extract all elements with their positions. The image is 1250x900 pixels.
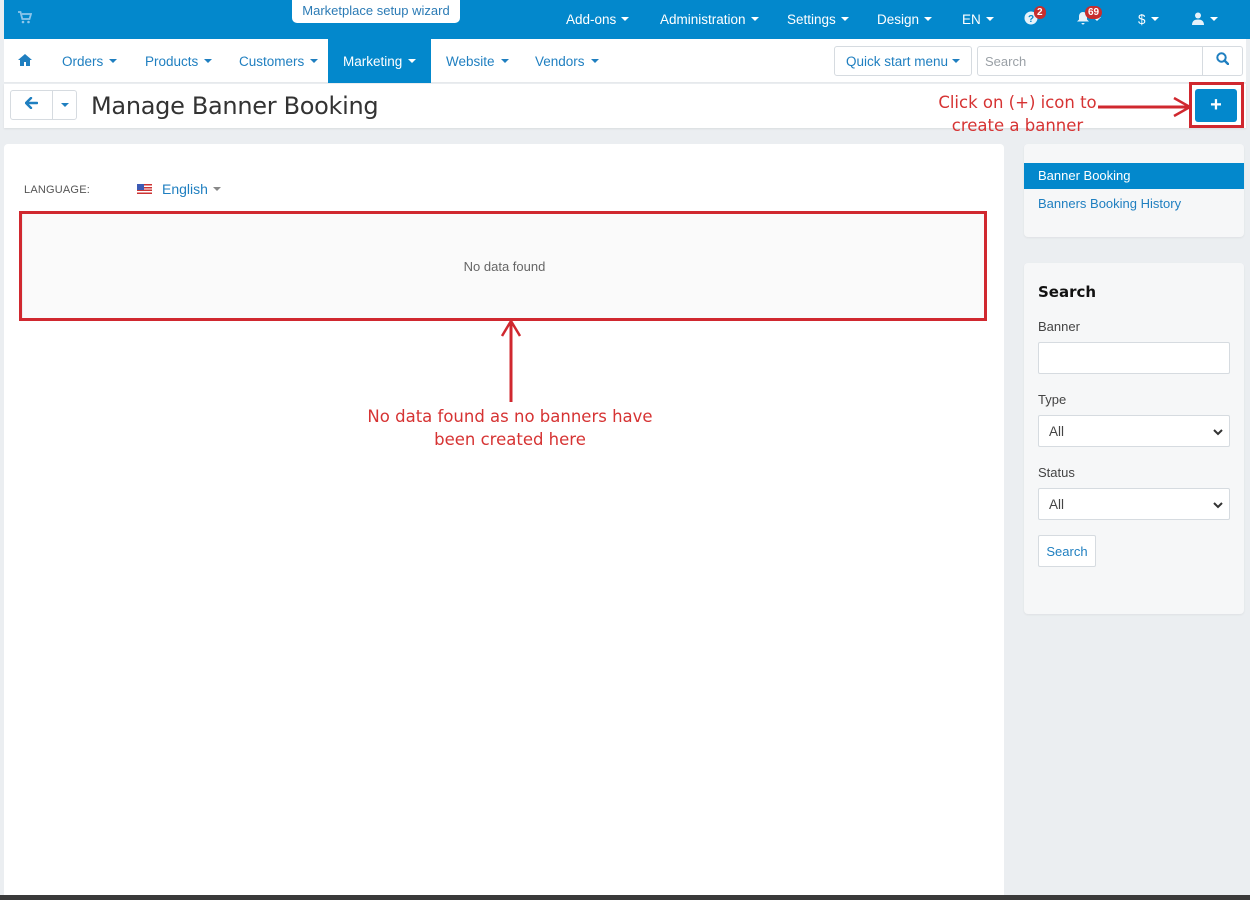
sidebar-search-button[interactable]: Search <box>1038 535 1096 567</box>
language-value: English <box>162 181 208 197</box>
chevron-down-icon <box>1213 425 1223 440</box>
menu-administration-label: Administration <box>660 12 746 27</box>
sidebar-nav-card: Banner Booking Banners Booking History <box>1024 144 1244 237</box>
menu-settings-label: Settings <box>787 12 836 27</box>
user-icon <box>1192 12 1204 28</box>
main-navbar: Orders Products Customers Marketing Webs… <box>4 39 1246 83</box>
caret-down-icon <box>621 16 630 21</box>
global-search-input[interactable] <box>978 47 1202 75</box>
banner-field-label: Banner <box>1038 319 1080 334</box>
search-button[interactable] <box>1202 47 1242 75</box>
us-flag-icon <box>137 184 152 194</box>
svg-text:?: ? <box>1028 14 1034 25</box>
arrow-left-icon <box>24 96 39 114</box>
chevron-down-icon <box>1213 498 1223 513</box>
language-selector[interactable]: English <box>137 181 221 197</box>
back-button[interactable] <box>11 91 53 119</box>
annotation-arrow-up-icon <box>500 318 522 402</box>
menu-design-label: Design <box>877 12 920 27</box>
notifications-menu[interactable]: 69 <box>1076 0 1116 39</box>
global-search <box>977 46 1243 76</box>
sidebar-item-banners-booking-history[interactable]: Banners Booking History <box>1024 191 1244 217</box>
caret-down-icon <box>408 59 417 63</box>
currency-label: $ <box>1138 12 1146 27</box>
status-select[interactable]: All <box>1038 488 1230 520</box>
caret-down-icon <box>1210 16 1218 21</box>
nav-customers-label: Customers <box>239 53 305 69</box>
add-button-annotation: Click on (+) icon to create a banner <box>930 91 1105 137</box>
type-field-label: Type <box>1038 392 1067 407</box>
page-title: Manage Banner Booking <box>91 92 379 120</box>
caret-down-icon <box>1150 16 1159 21</box>
notifications-badge: 69 <box>1085 6 1103 19</box>
caret-down-icon <box>840 16 849 21</box>
annotation-line: Click on (+) icon to <box>938 93 1097 112</box>
help-badge: 2 <box>1034 6 1046 19</box>
annotation-line: create a banner <box>951 116 1084 135</box>
sidebar-search-card: Search Banner Type All Status All Search <box>1024 263 1244 614</box>
caret-down-icon <box>109 59 118 63</box>
currency-menu[interactable]: $ <box>1138 0 1159 39</box>
nav-products[interactable]: Products <box>130 39 227 83</box>
nav-orders-label: Orders <box>62 53 104 69</box>
sidebar-item-banner-booking[interactable]: Banner Booking <box>1024 163 1244 189</box>
caret-down-icon <box>590 59 599 63</box>
caret-down-icon <box>60 103 69 107</box>
search-panel-title: Search <box>1038 283 1097 301</box>
empty-state-annotation: No data found as no banners have been cr… <box>340 405 680 451</box>
language-label: LANGUAGE: <box>24 184 90 196</box>
caret-down-icon <box>204 59 213 63</box>
banner-input[interactable] <box>1038 342 1230 374</box>
caret-down-icon <box>500 59 509 63</box>
quick-start-label: Quick start menu <box>845 53 949 69</box>
nav-vendors-label: Vendors <box>535 53 585 69</box>
search-icon <box>1216 52 1230 70</box>
top-bar: Marketplace setup wizard Add-ons Adminis… <box>4 0 1250 39</box>
history-dropdown-button[interactable] <box>53 91 76 119</box>
window-bottom-edge <box>0 895 1250 900</box>
marketplace-setup-wizard-button[interactable]: Marketplace setup wizard <box>292 0 460 23</box>
help-menu[interactable]: ? 2 <box>1024 0 1048 39</box>
add-button-highlight-box <box>1189 82 1244 128</box>
type-select-value: All <box>1049 423 1065 439</box>
caret-down-icon <box>985 16 994 21</box>
caret-down-icon <box>212 187 221 191</box>
caret-down-icon <box>924 16 933 21</box>
nav-website[interactable]: Website <box>431 39 524 83</box>
menu-settings[interactable]: Settings <box>787 0 849 39</box>
annotation-arrow-right-icon <box>1098 96 1192 118</box>
status-select-value: All <box>1049 496 1065 512</box>
caret-down-icon <box>750 16 759 21</box>
menu-add-ons-label: Add-ons <box>566 12 617 27</box>
user-menu[interactable] <box>1192 0 1218 39</box>
menu-design[interactable]: Design <box>877 0 933 39</box>
shopping-cart-icon[interactable] <box>18 11 34 27</box>
quick-start-menu-button[interactable]: Quick start menu <box>834 46 972 76</box>
home-icon <box>18 53 32 69</box>
menu-language[interactable]: EN <box>962 0 994 39</box>
nav-vendors[interactable]: Vendors <box>520 39 614 83</box>
annotation-line: been created here <box>434 430 586 449</box>
nav-website-label: Website <box>446 53 495 69</box>
empty-state-highlight-box <box>19 211 987 321</box>
annotation-line: No data found as no banners have <box>367 407 653 426</box>
nav-orders[interactable]: Orders <box>47 39 132 83</box>
nav-customers[interactable]: Customers <box>224 39 333 83</box>
type-select[interactable]: All <box>1038 415 1230 447</box>
caret-down-icon <box>952 59 961 63</box>
nav-marketing-label: Marketing <box>343 53 403 69</box>
menu-add-ons[interactable]: Add-ons <box>566 0 630 39</box>
menu-language-label: EN <box>962 12 981 27</box>
back-button-group <box>10 90 77 120</box>
nav-home[interactable] <box>4 39 46 83</box>
caret-down-icon <box>310 59 319 63</box>
status-field-label: Status <box>1038 465 1075 480</box>
nav-products-label: Products <box>145 53 199 69</box>
nav-marketing[interactable]: Marketing <box>328 39 431 83</box>
menu-administration[interactable]: Administration <box>660 0 759 39</box>
